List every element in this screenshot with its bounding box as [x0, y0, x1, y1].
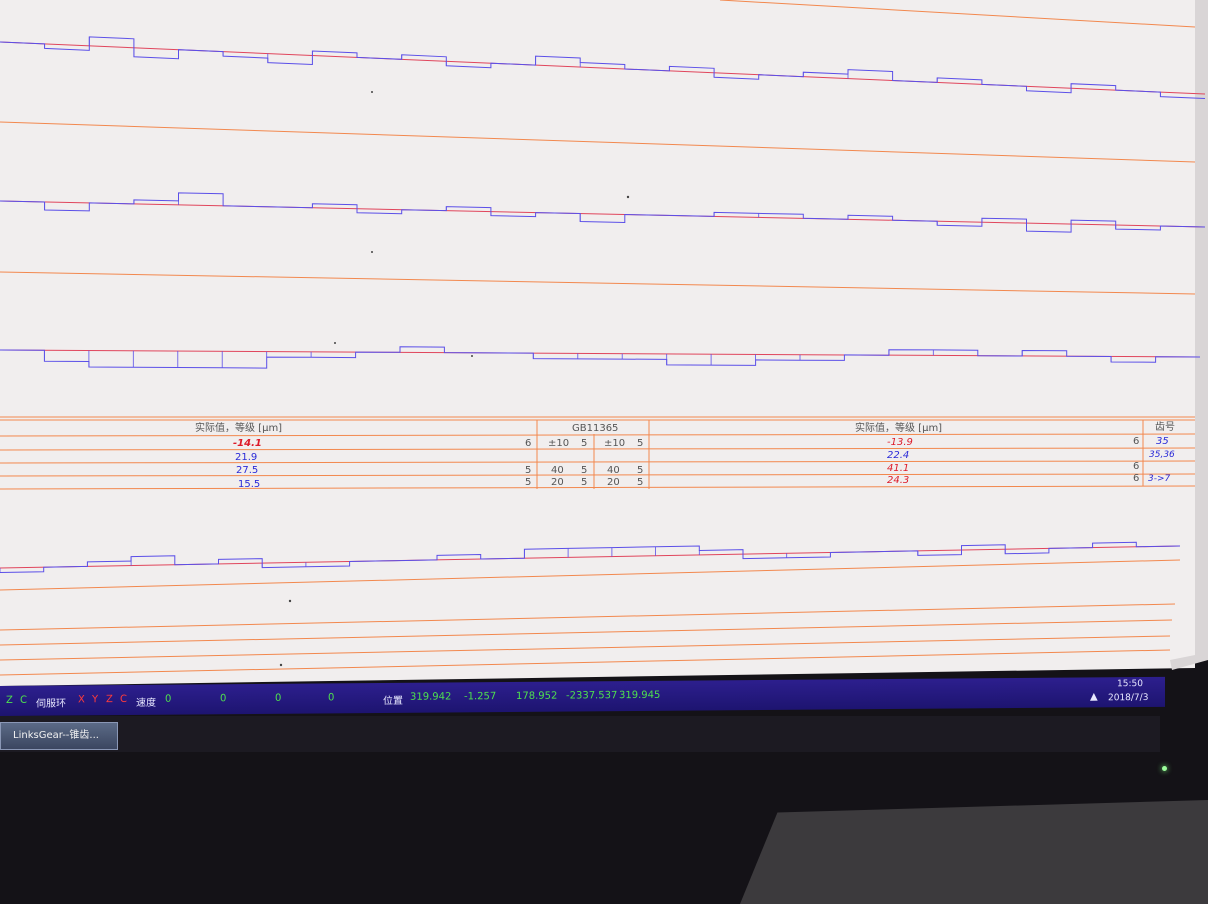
servo-x: X — [78, 694, 85, 706]
tolerance: 40 — [551, 465, 564, 476]
left-header: 实际值，等级 [µm] — [195, 421, 282, 434]
left-grade: 5 — [525, 465, 531, 476]
servo-label: 伺服环 — [36, 698, 66, 710]
speed-value: 0 — [220, 693, 227, 705]
tolerance: ±10 — [604, 438, 625, 449]
tolerance: ±10 — [548, 438, 569, 449]
tolerance: 20 — [607, 477, 620, 488]
tolerance: 40 — [607, 465, 620, 476]
grade: 5 — [581, 477, 587, 488]
tray-arrow-icon[interactable]: ▲ — [1090, 691, 1098, 702]
taskbar-app-button[interactable]: LinksGear--锥齿... — [0, 722, 118, 750]
axis-z-indicator: Z — [6, 694, 13, 706]
right-value: -13.9 — [887, 437, 913, 448]
speed-value: 0 — [328, 692, 335, 704]
right-value: 22.4 — [887, 450, 909, 461]
tolerance: 20 — [551, 477, 564, 488]
axis-c-indicator: C — [20, 694, 27, 706]
grade: 5 — [637, 438, 643, 449]
tooth-header: 齿号 — [1155, 421, 1175, 433]
servo-y: Y — [92, 694, 99, 706]
grade: 5 — [637, 477, 643, 488]
position-label: 位置 — [383, 695, 403, 707]
right-value: 41.1 — [887, 463, 909, 474]
taskbar — [0, 716, 1160, 752]
left-value: 27.5 — [236, 465, 258, 476]
screen-canvas — [0, 0, 1195, 686]
position-value: 178.952 — [516, 690, 558, 702]
position-value: 319.942 — [410, 691, 452, 703]
left-value: 15.5 — [238, 479, 260, 490]
servo-c: C — [120, 694, 127, 706]
standard-header: GB11365 — [572, 423, 618, 434]
position-value: 319.945 — [619, 689, 661, 702]
grade: 5 — [581, 465, 587, 476]
speed-label: 速度 — [136, 697, 156, 709]
speed-value: 0 — [275, 692, 282, 704]
tooth-number: 35,36 — [1149, 450, 1175, 460]
right-grade: 6 — [1133, 461, 1139, 472]
speed-value: 0 — [165, 693, 172, 705]
desk-surface — [740, 800, 1208, 904]
servo-z: Z — [106, 694, 113, 706]
left-value: 21.9 — [235, 452, 257, 463]
right-grade: 6 — [1133, 473, 1139, 484]
right-value: 24.3 — [887, 475, 909, 486]
position-value: -2337.537 — [566, 690, 618, 702]
monitor-power-led — [1162, 766, 1167, 771]
measurement-screen: 实际值，等级 [µm] GB11365 实际值，等级 [µm] 齿号 -14.1… — [0, 0, 1208, 686]
tooth-number: 35 — [1156, 436, 1169, 447]
grade: 5 — [581, 438, 587, 449]
position-value: -1.257 — [464, 691, 497, 703]
left-value: -14.1 — [233, 438, 262, 449]
left-grade: 6 — [525, 438, 531, 449]
clock-date[interactable]: 2018/7/3 — [1108, 693, 1148, 703]
right-grade: 6 — [1133, 436, 1139, 447]
tooth-number: 3->7 — [1148, 474, 1171, 484]
grade: 5 — [637, 465, 643, 476]
clock-time[interactable]: 15:50 — [1117, 679, 1143, 689]
left-grade: 5 — [525, 477, 531, 488]
right-header: 实际值，等级 [µm] — [855, 421, 942, 434]
